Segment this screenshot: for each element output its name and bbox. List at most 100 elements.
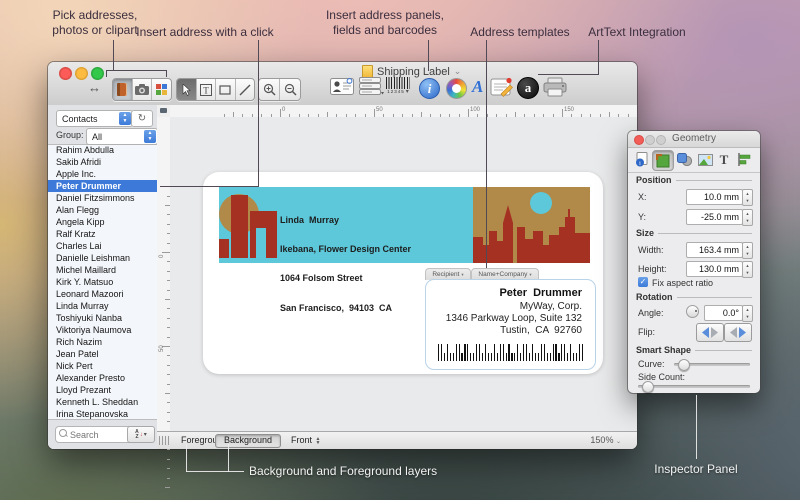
side-count-slider-knob[interactable] — [642, 381, 654, 393]
contact-row[interactable]: Angela Kipp — [48, 216, 157, 228]
callout-layers: Background and Foreground layers — [249, 464, 469, 479]
width-stepper[interactable]: ▲▼ — [742, 242, 753, 259]
contact-row[interactable]: Daniel Fitzsimmons — [48, 192, 157, 204]
print-button[interactable] — [543, 77, 567, 97]
barcode-bar — [464, 344, 465, 361]
contact-row[interactable]: Nick Pert — [48, 360, 157, 372]
curve-slider-knob[interactable] — [678, 359, 690, 371]
collapse-sidebar-button[interactable]: ↔ — [88, 80, 101, 95]
zoom-in-icon[interactable] — [259, 79, 280, 100]
fonts-button[interactable]: A — [472, 77, 483, 97]
sort-button[interactable]: AZ ↓ ▾ — [127, 426, 155, 443]
photos-icon[interactable] — [133, 79, 153, 100]
ruler-number: 0 — [282, 107, 285, 113]
arttext-button[interactable]: a — [517, 77, 539, 99]
contact-row[interactable]: Alan Flegg — [48, 204, 157, 216]
fix-aspect-checkbox[interactable]: ✓ — [638, 277, 648, 287]
close-button[interactable] — [59, 67, 72, 80]
barcode-bar — [441, 344, 442, 361]
minimize-button[interactable] — [75, 67, 88, 80]
contact-row[interactable]: Kirk Y. Matsuo — [48, 276, 157, 288]
contact-row[interactable]: Peter Drummer — [48, 180, 157, 192]
side-count-slider[interactable] — [638, 385, 750, 388]
barcode-bar — [555, 344, 556, 361]
y-field[interactable]: -25.0 mm — [686, 209, 743, 225]
barcode-bar — [567, 353, 568, 361]
barcode-bar — [570, 344, 571, 361]
insert-address-panel-button[interactable] — [358, 77, 384, 96]
skyline-image[interactable] — [473, 187, 590, 263]
group-select[interactable]: All ▲▼ — [86, 128, 158, 145]
tab-image-icon[interactable] — [695, 150, 715, 169]
recipient-address-panel[interactable]: Peter Drummer MyWay, Corp. 1346 Parkway … — [425, 279, 596, 370]
zoom-out-icon[interactable] — [280, 79, 300, 100]
contact-row[interactable]: Alexander Presto — [48, 372, 157, 384]
arrange-popup[interactable]: Front ▲▼ — [283, 434, 330, 446]
contact-row[interactable]: Danielle Leishman — [48, 252, 157, 264]
tab-geometry-icon[interactable] — [652, 150, 674, 171]
flip-horizontal-button[interactable] — [696, 323, 724, 342]
contact-row[interactable]: Jean Patel — [48, 348, 157, 360]
recipient-line: MyWay, Corp. — [520, 301, 582, 312]
tab-document-info-icon[interactable]: i — [632, 150, 652, 169]
position-section-header: Position — [636, 175, 752, 185]
colors-button[interactable] — [446, 78, 467, 99]
resize-grip-icon[interactable] — [159, 436, 169, 445]
zoom-button[interactable] — [91, 67, 104, 80]
callout-line — [228, 444, 229, 472]
shape-tool-icon[interactable] — [216, 79, 236, 100]
ruler-tick — [165, 487, 170, 488]
height-stepper[interactable]: ▲▼ — [742, 261, 753, 278]
ruler-tick — [167, 468, 170, 469]
contact-row[interactable]: Rich Nazim — [48, 336, 157, 348]
tab-fill-stroke-icon[interactable] — [674, 150, 694, 169]
address-templates-button[interactable] — [490, 77, 513, 97]
clipart-icon[interactable] — [152, 79, 171, 100]
label-page[interactable]: Linda Murray Ikebana, Flower Design Cent… — [203, 172, 603, 374]
source-select[interactable]: Contacts ▲▼ — [56, 110, 133, 127]
text-tool-icon[interactable]: T — [197, 79, 217, 100]
contact-row[interactable]: Linda Murray — [48, 300, 157, 312]
design-canvas[interactable]: Linda Murray Ikebana, Flower Design Cent… — [170, 117, 637, 432]
insert-address-card-button[interactable] — [330, 77, 354, 96]
contact-row[interactable]: Leonard Mazoori — [48, 288, 157, 300]
contact-row[interactable]: Sakib Afridi — [48, 156, 157, 168]
curve-slider[interactable] — [674, 363, 750, 366]
contact-row[interactable]: Lloyd Prezant — [48, 384, 157, 396]
insert-barcode-button[interactable]: 12345▾ — [386, 77, 410, 94]
line-tool-icon[interactable] — [236, 79, 255, 100]
barcode-bar — [470, 353, 471, 361]
addressbook-icon[interactable] — [113, 79, 133, 100]
select-tool-icon[interactable] — [177, 79, 197, 100]
height-field[interactable]: 130.0 mm — [686, 261, 743, 277]
tab-text-icon[interactable]: T — [714, 150, 734, 169]
contact-row[interactable]: Viktoriya Naumova — [48, 324, 157, 336]
callout-address-templates: Address templates — [455, 25, 585, 40]
tab-alignment-icon[interactable] — [734, 150, 754, 169]
contact-row[interactable]: Ralf Kratz — [48, 228, 157, 240]
y-stepper[interactable]: ▲▼ — [742, 209, 753, 226]
flip-vertical-button[interactable] — [724, 323, 752, 342]
zoom-value: 150% — [590, 435, 613, 445]
contact-row[interactable]: Kenneth L. Sheddan — [48, 396, 157, 408]
layer-tab-background[interactable]: Background — [215, 434, 281, 448]
angle-dial[interactable] — [686, 305, 699, 318]
x-stepper[interactable]: ▲▼ — [742, 189, 753, 206]
angle-stepper[interactable]: ▲▼ — [742, 305, 753, 322]
contact-row[interactable]: Michel Maillard — [48, 264, 157, 276]
refresh-button[interactable]: ↻ — [131, 110, 153, 127]
barcode-bar — [459, 344, 460, 361]
angle-field[interactable]: 0.0° — [704, 305, 743, 321]
x-field[interactable]: 10.0 mm — [686, 189, 743, 205]
contact-row[interactable]: Rahim Abdulla — [48, 144, 157, 156]
zoom-level-control[interactable]: 150% ⌄ — [582, 434, 629, 446]
contact-row[interactable]: Toshiyuki Nanba — [48, 312, 157, 324]
contact-row[interactable]: Apple Inc. — [48, 168, 157, 180]
barcode-bar — [467, 344, 468, 361]
barcode-bar — [532, 344, 533, 361]
info-button[interactable]: i — [419, 78, 440, 99]
sender-address-text[interactable]: Linda Murray Ikebana, Flower Design Cent… — [280, 196, 411, 333]
contact-row[interactable]: Charles Lai — [48, 240, 157, 252]
barcode-bar — [506, 353, 507, 361]
width-field[interactable]: 163.4 mm — [686, 242, 743, 258]
